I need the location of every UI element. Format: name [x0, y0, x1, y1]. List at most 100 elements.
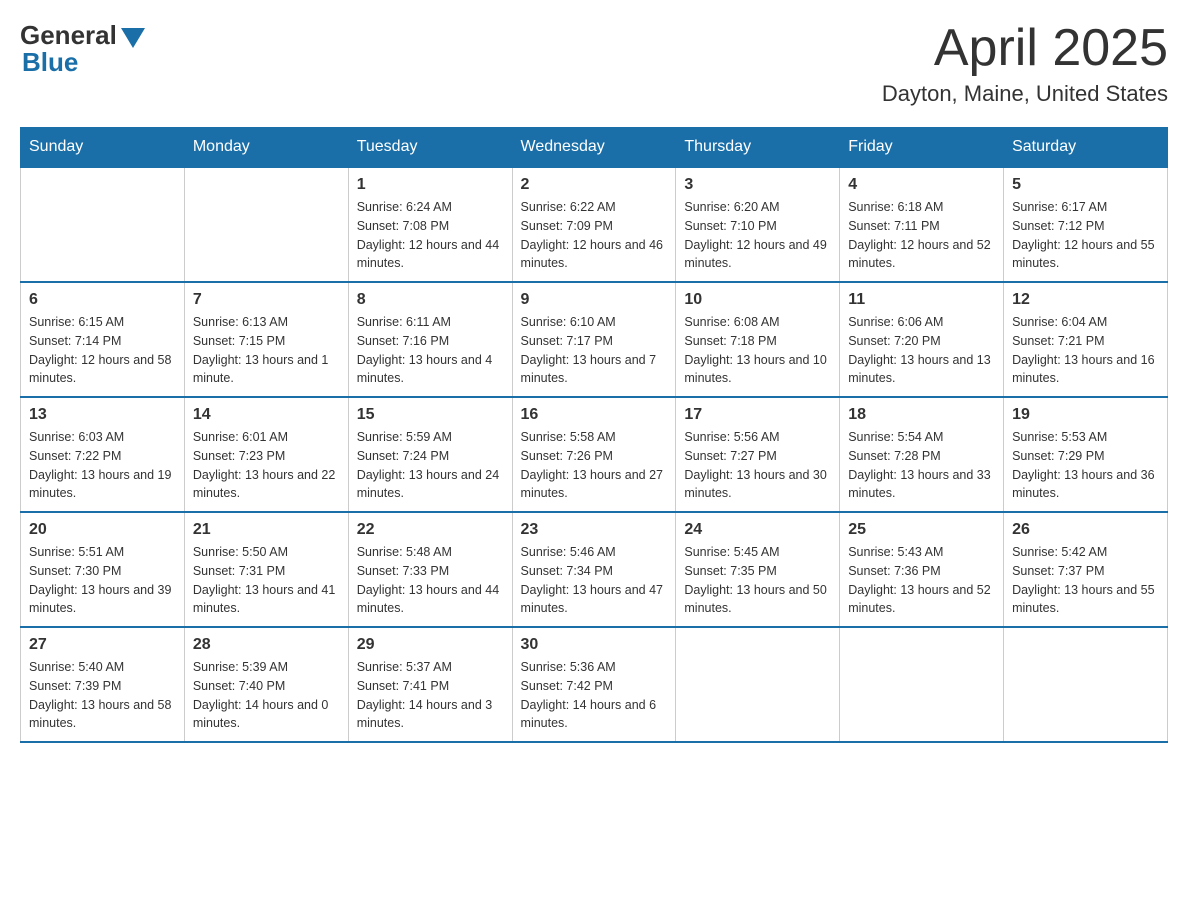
- calendar-cell: 19 Sunrise: 5:53 AMSunset: 7:29 PMDayligh…: [1004, 397, 1168, 512]
- day-number: 10: [684, 291, 831, 309]
- logo-blue-text: Blue: [20, 47, 78, 78]
- day-number: 5: [1012, 176, 1159, 194]
- day-number: 18: [848, 406, 995, 424]
- day-info: Sunrise: 5:45 AMSunset: 7:35 PMDaylight:…: [684, 543, 831, 618]
- day-number: 13: [29, 406, 176, 424]
- day-info: Sunrise: 6:22 AMSunset: 7:09 PMDaylight:…: [521, 198, 668, 273]
- day-info: Sunrise: 5:46 AMSunset: 7:34 PMDaylight:…: [521, 543, 668, 618]
- day-number: 19: [1012, 406, 1159, 424]
- day-number: 23: [521, 521, 668, 539]
- day-number: 27: [29, 636, 176, 654]
- day-number: 24: [684, 521, 831, 539]
- day-info: Sunrise: 6:11 AMSunset: 7:16 PMDaylight:…: [357, 313, 504, 388]
- calendar-cell: 13 Sunrise: 6:03 AMSunset: 7:22 PMDayligh…: [21, 397, 185, 512]
- calendar-cell: 2 Sunrise: 6:22 AMSunset: 7:09 PMDaylight…: [512, 167, 676, 282]
- day-info: Sunrise: 6:06 AMSunset: 7:20 PMDaylight:…: [848, 313, 995, 388]
- calendar-week-row: 27 Sunrise: 5:40 AMSunset: 7:39 PMDayligh…: [21, 627, 1168, 742]
- day-number: 29: [357, 636, 504, 654]
- calendar-header-wednesday: Wednesday: [512, 128, 676, 168]
- day-info: Sunrise: 5:48 AMSunset: 7:33 PMDaylight:…: [357, 543, 504, 618]
- day-number: 7: [193, 291, 340, 309]
- location-title: Dayton, Maine, United States: [882, 81, 1168, 107]
- calendar-cell: 10 Sunrise: 6:08 AMSunset: 7:18 PMDayligh…: [676, 282, 840, 397]
- calendar-cell: 15 Sunrise: 5:59 AMSunset: 7:24 PMDayligh…: [348, 397, 512, 512]
- day-number: 26: [1012, 521, 1159, 539]
- calendar-cell: 23 Sunrise: 5:46 AMSunset: 7:34 PMDayligh…: [512, 512, 676, 627]
- day-info: Sunrise: 5:58 AMSunset: 7:26 PMDaylight:…: [521, 428, 668, 503]
- day-info: Sunrise: 5:56 AMSunset: 7:27 PMDaylight:…: [684, 428, 831, 503]
- day-number: 14: [193, 406, 340, 424]
- calendar-header-thursday: Thursday: [676, 128, 840, 168]
- day-number: 6: [29, 291, 176, 309]
- day-number: 16: [521, 406, 668, 424]
- calendar-cell: 12Sunrise: 6:04 AMSunset: 7:21 PMDayligh…: [1004, 282, 1168, 397]
- calendar-cell: 29 Sunrise: 5:37 AMSunset: 7:41 PMDayligh…: [348, 627, 512, 742]
- day-info: Sunrise: 6:04 AMSunset: 7:21 PMDaylight:…: [1012, 313, 1159, 388]
- title-section: April 2025 Dayton, Maine, United States: [882, 20, 1168, 107]
- calendar-cell: [840, 627, 1004, 742]
- calendar-cell: 9 Sunrise: 6:10 AMSunset: 7:17 PMDaylight…: [512, 282, 676, 397]
- calendar-cell: 22Sunrise: 5:48 AMSunset: 7:33 PMDayligh…: [348, 512, 512, 627]
- page-header: General Blue April 2025 Dayton, Maine, U…: [20, 20, 1168, 107]
- calendar-header-tuesday: Tuesday: [348, 128, 512, 168]
- calendar-header-row: SundayMondayTuesdayWednesdayThursdayFrid…: [21, 128, 1168, 168]
- calendar-week-row: 1 Sunrise: 6:24 AMSunset: 7:08 PMDaylight…: [21, 167, 1168, 282]
- logo-triangle-icon: [121, 28, 145, 48]
- day-number: 30: [521, 636, 668, 654]
- day-info: Sunrise: 5:39 AMSunset: 7:40 PMDaylight:…: [193, 658, 340, 733]
- day-number: 8: [357, 291, 504, 309]
- calendar-header-friday: Friday: [840, 128, 1004, 168]
- calendar-week-row: 6Sunrise: 6:15 AMSunset: 7:14 PMDaylight…: [21, 282, 1168, 397]
- calendar-cell: [184, 167, 348, 282]
- day-info: Sunrise: 6:08 AMSunset: 7:18 PMDaylight:…: [684, 313, 831, 388]
- calendar-cell: 5 Sunrise: 6:17 AMSunset: 7:12 PMDaylight…: [1004, 167, 1168, 282]
- calendar-cell: 8 Sunrise: 6:11 AMSunset: 7:16 PMDaylight…: [348, 282, 512, 397]
- calendar-cell: 21Sunrise: 5:50 AMSunset: 7:31 PMDayligh…: [184, 512, 348, 627]
- day-info: Sunrise: 5:43 AMSunset: 7:36 PMDaylight:…: [848, 543, 995, 618]
- day-info: Sunrise: 5:53 AMSunset: 7:29 PMDaylight:…: [1012, 428, 1159, 503]
- day-number: 2: [521, 176, 668, 194]
- day-number: 20: [29, 521, 176, 539]
- day-info: Sunrise: 5:42 AMSunset: 7:37 PMDaylight:…: [1012, 543, 1159, 618]
- day-info: Sunrise: 5:50 AMSunset: 7:31 PMDaylight:…: [193, 543, 340, 618]
- calendar-cell: [1004, 627, 1168, 742]
- day-number: 28: [193, 636, 340, 654]
- calendar-cell: [21, 167, 185, 282]
- calendar-cell: 28 Sunrise: 5:39 AMSunset: 7:40 PMDayligh…: [184, 627, 348, 742]
- day-info: Sunrise: 6:24 AMSunset: 7:08 PMDaylight:…: [357, 198, 504, 273]
- calendar-header-sunday: Sunday: [21, 128, 185, 168]
- calendar-cell: 3Sunrise: 6:20 AMSunset: 7:10 PMDaylight…: [676, 167, 840, 282]
- day-number: 1: [357, 176, 504, 194]
- calendar-cell: 30Sunrise: 5:36 AMSunset: 7:42 PMDayligh…: [512, 627, 676, 742]
- day-number: 9: [521, 291, 668, 309]
- calendar-week-row: 20Sunrise: 5:51 AMSunset: 7:30 PMDayligh…: [21, 512, 1168, 627]
- calendar-header-monday: Monday: [184, 128, 348, 168]
- day-info: Sunrise: 6:17 AMSunset: 7:12 PMDaylight:…: [1012, 198, 1159, 273]
- day-info: Sunrise: 6:18 AMSunset: 7:11 PMDaylight:…: [848, 198, 995, 273]
- calendar-cell: 7 Sunrise: 6:13 AMSunset: 7:15 PMDaylight…: [184, 282, 348, 397]
- calendar-cell: 18 Sunrise: 5:54 AMSunset: 7:28 PMDayligh…: [840, 397, 1004, 512]
- day-info: Sunrise: 6:13 AMSunset: 7:15 PMDaylight:…: [193, 313, 340, 388]
- day-info: Sunrise: 6:10 AMSunset: 7:17 PMDaylight:…: [521, 313, 668, 388]
- day-info: Sunrise: 5:59 AMSunset: 7:24 PMDaylight:…: [357, 428, 504, 503]
- day-info: Sunrise: 5:37 AMSunset: 7:41 PMDaylight:…: [357, 658, 504, 733]
- day-info: Sunrise: 6:20 AMSunset: 7:10 PMDaylight:…: [684, 198, 831, 273]
- calendar-cell: 20Sunrise: 5:51 AMSunset: 7:30 PMDayligh…: [21, 512, 185, 627]
- calendar-cell: 26 Sunrise: 5:42 AMSunset: 7:37 PMDayligh…: [1004, 512, 1168, 627]
- calendar-cell: 6Sunrise: 6:15 AMSunset: 7:14 PMDaylight…: [21, 282, 185, 397]
- day-info: Sunrise: 5:54 AMSunset: 7:28 PMDaylight:…: [848, 428, 995, 503]
- calendar-header-saturday: Saturday: [1004, 128, 1168, 168]
- calendar-cell: 1 Sunrise: 6:24 AMSunset: 7:08 PMDaylight…: [348, 167, 512, 282]
- day-info: Sunrise: 6:01 AMSunset: 7:23 PMDaylight:…: [193, 428, 340, 503]
- calendar-cell: 27 Sunrise: 5:40 AMSunset: 7:39 PMDayligh…: [21, 627, 185, 742]
- day-number: 17: [684, 406, 831, 424]
- calendar-cell: 16 Sunrise: 5:58 AMSunset: 7:26 PMDayligh…: [512, 397, 676, 512]
- calendar-table: SundayMondayTuesdayWednesdayThursdayFrid…: [20, 127, 1168, 743]
- day-number: 11: [848, 291, 995, 309]
- day-info: Sunrise: 6:03 AMSunset: 7:22 PMDaylight:…: [29, 428, 176, 503]
- calendar-cell: 25Sunrise: 5:43 AMSunset: 7:36 PMDayligh…: [840, 512, 1004, 627]
- day-info: Sunrise: 5:40 AMSunset: 7:39 PMDaylight:…: [29, 658, 176, 733]
- logo: General Blue: [20, 20, 145, 78]
- day-number: 15: [357, 406, 504, 424]
- calendar-week-row: 13 Sunrise: 6:03 AMSunset: 7:22 PMDayligh…: [21, 397, 1168, 512]
